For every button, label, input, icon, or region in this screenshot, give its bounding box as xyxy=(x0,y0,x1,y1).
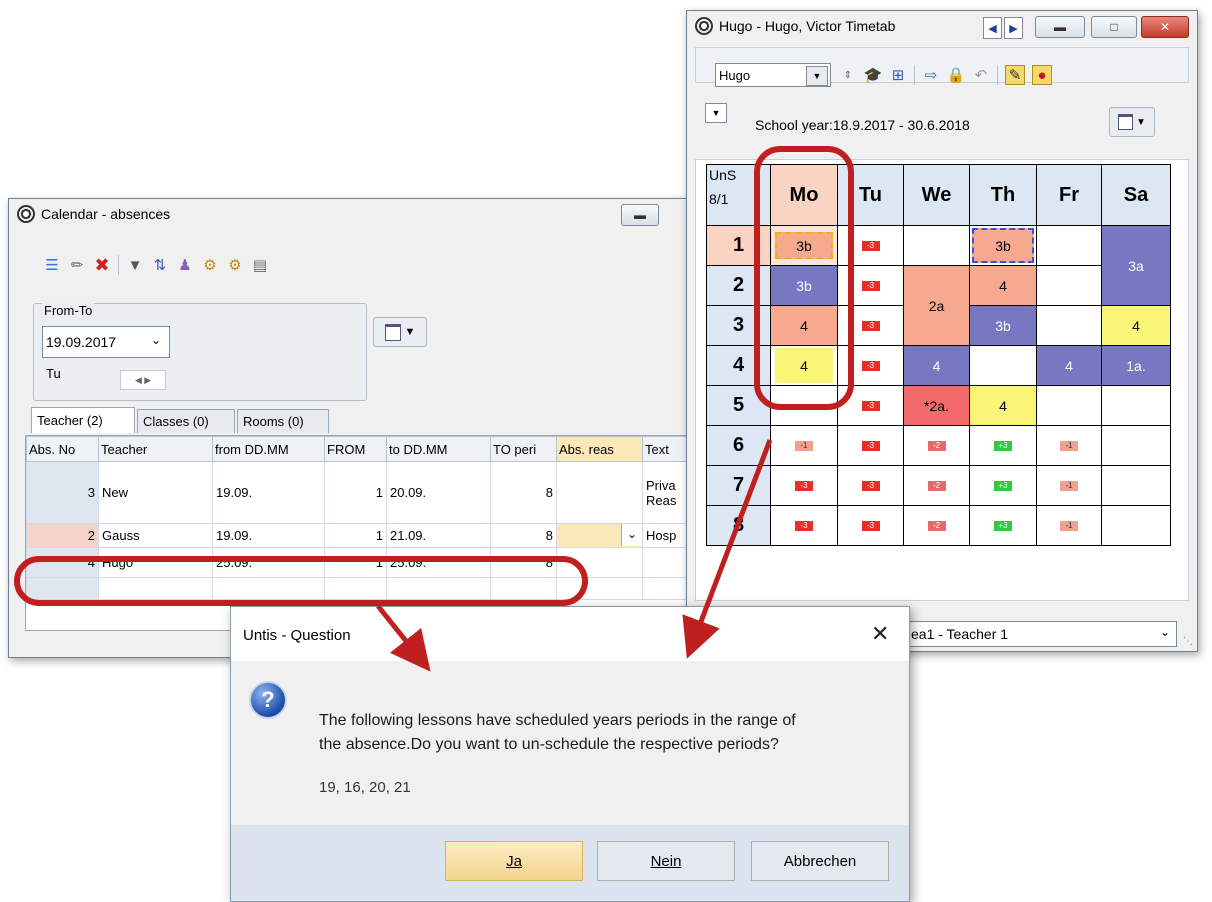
arrow-from-timetable xyxy=(682,439,773,659)
arrow-to-dialog xyxy=(376,604,431,672)
annotation-arrows xyxy=(376,439,773,672)
